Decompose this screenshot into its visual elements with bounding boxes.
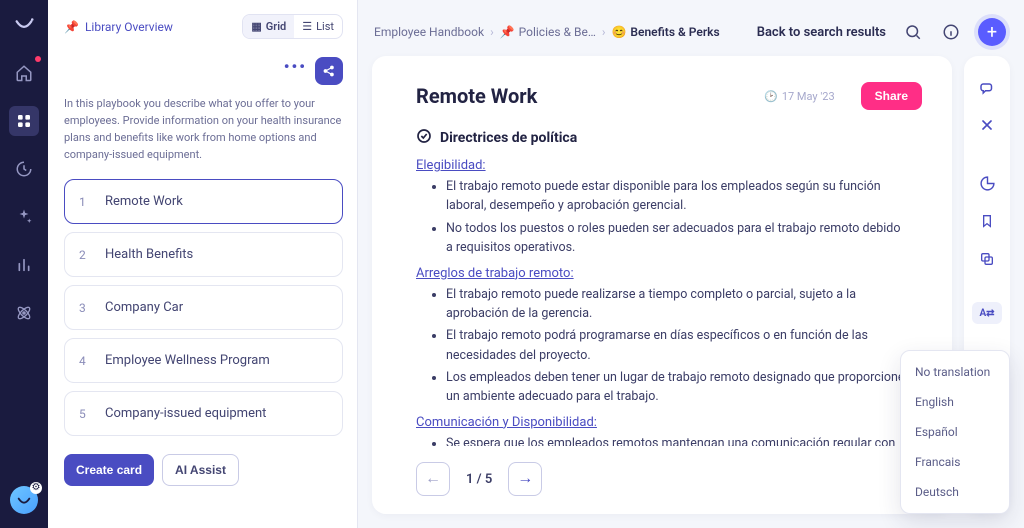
nav-sparkle-icon[interactable] [9,202,39,232]
doc-date: 🕑 17 May '23 [764,90,835,103]
clock-icon: 🕑 [764,90,778,103]
lang-option-none[interactable]: No translation [901,357,1009,387]
topbar: Employee Handbook › 📌Policies & Be… › 😊B… [358,0,1024,56]
search-icon[interactable] [902,21,924,43]
chevron-right-icon: › [490,25,494,39]
more-menu-icon[interactable]: ••• [284,57,307,85]
add-button[interactable]: + [978,18,1006,46]
library-overview-link[interactable]: 📌 Library Overview [64,20,173,34]
pin-icon: 📌 [500,25,515,39]
list-icon: ☰ [302,20,312,33]
bookmark-icon[interactable] [972,206,1002,236]
subhead-communication: Comunicación y Disponibilidad: [416,415,908,430]
crumb-benefits: 😊Benefits & Perks [611,25,719,39]
back-to-results-link[interactable]: Back to search results [757,25,886,40]
subhead-eligibility: Elegibilidad: [416,158,908,173]
check-circle-icon [416,128,432,148]
list-item: No todos los puestos o roles pueden ser … [446,219,908,258]
doc-body[interactable]: Directrices de política Elegibilidad: El… [416,128,922,446]
ai-assist-button[interactable]: AI Assist [162,454,239,486]
subhead-arrangements: Arreglos de trabajo remoto: [416,266,908,281]
card-wellness-program[interactable]: 4 Employee Wellness Program [64,338,343,383]
card-health-benefits[interactable]: 2 Health Benefits [64,232,343,277]
sidebar-panel: 📌 Library Overview ▦ Grid ☰ List ••• In … [48,0,358,528]
card-remote-work[interactable]: 1 Remote Work [64,179,343,224]
lang-option-espanol[interactable]: Español [901,417,1009,447]
pie-chart-icon[interactable] [972,168,1002,198]
create-card-button[interactable]: Create card [64,454,154,486]
crumb-policies[interactable]: 📌Policies & Be… [500,25,596,39]
crumb-handbook[interactable]: Employee Handbook [374,25,484,39]
language-menu: No translation English Español Francais … [900,350,1010,514]
close-icon[interactable] [972,110,1002,140]
view-list-button[interactable]: ☰ List [294,15,342,38]
card-list: 1 Remote Work 2 Health Benefits 3 Compan… [64,179,343,436]
comments-icon[interactable] [972,72,1002,102]
copy-icon[interactable] [972,244,1002,274]
section-heading: Directrices de política [416,128,908,148]
lang-option-francais[interactable]: Francais [901,447,1009,477]
share-network-button[interactable] [315,57,343,85]
list-item: El trabajo remoto podrá programarse en d… [446,326,908,365]
nav-apps-icon[interactable] [9,106,39,136]
nav-bars-icon[interactable] [9,250,39,280]
view-grid-button[interactable]: ▦ Grid [243,15,294,38]
document-panel: Remote Work 🕑 17 May '23 Share Directric… [372,56,952,514]
card-company-car[interactable]: 3 Company Car [64,285,343,330]
breadcrumb: Employee Handbook › 📌Policies & Be… › 😊B… [374,25,720,39]
list-item: Los empleados deben tener un lugar de tr… [446,368,908,407]
user-avatar-settings[interactable] [10,486,38,514]
smile-icon: 😊 [611,25,626,39]
app-nav-rail [0,0,48,528]
pager-count: 1 / 5 [466,472,492,487]
page-title: Remote Work [416,84,537,108]
pin-icon: 📌 [64,20,79,34]
nav-time-icon[interactable] [9,154,39,184]
language-toggle[interactable]: A⇄ [972,302,1002,324]
list-item: El trabajo remoto puede realizarse a tie… [446,285,908,324]
lang-option-deutsch[interactable]: Deutsch [901,477,1009,507]
brand-logo [13,14,35,40]
pager-prev-button[interactable]: ← [416,462,450,496]
pager: ← 1 / 5 → [416,452,922,496]
list-item: El trabajo remoto puede estar disponible… [446,177,908,216]
card-company-equipment[interactable]: 5 Company-issued equipment [64,391,343,436]
info-icon[interactable] [940,21,962,43]
playbook-description: In this playbook you describe what you o… [64,95,343,163]
lang-option-english[interactable]: English [901,387,1009,417]
nav-atom-icon[interactable] [9,298,39,328]
chevron-right-icon: › [602,25,606,39]
library-overview-label: Library Overview [85,20,173,34]
doc-share-button[interactable]: Share [861,82,922,110]
grid-icon: ▦ [251,20,261,33]
view-toggle: ▦ Grid ☰ List [242,14,343,39]
pager-next-button[interactable]: → [508,462,542,496]
nav-home-icon[interactable] [9,58,39,88]
list-item: Se espera que los empleados remotos mant… [446,434,908,446]
